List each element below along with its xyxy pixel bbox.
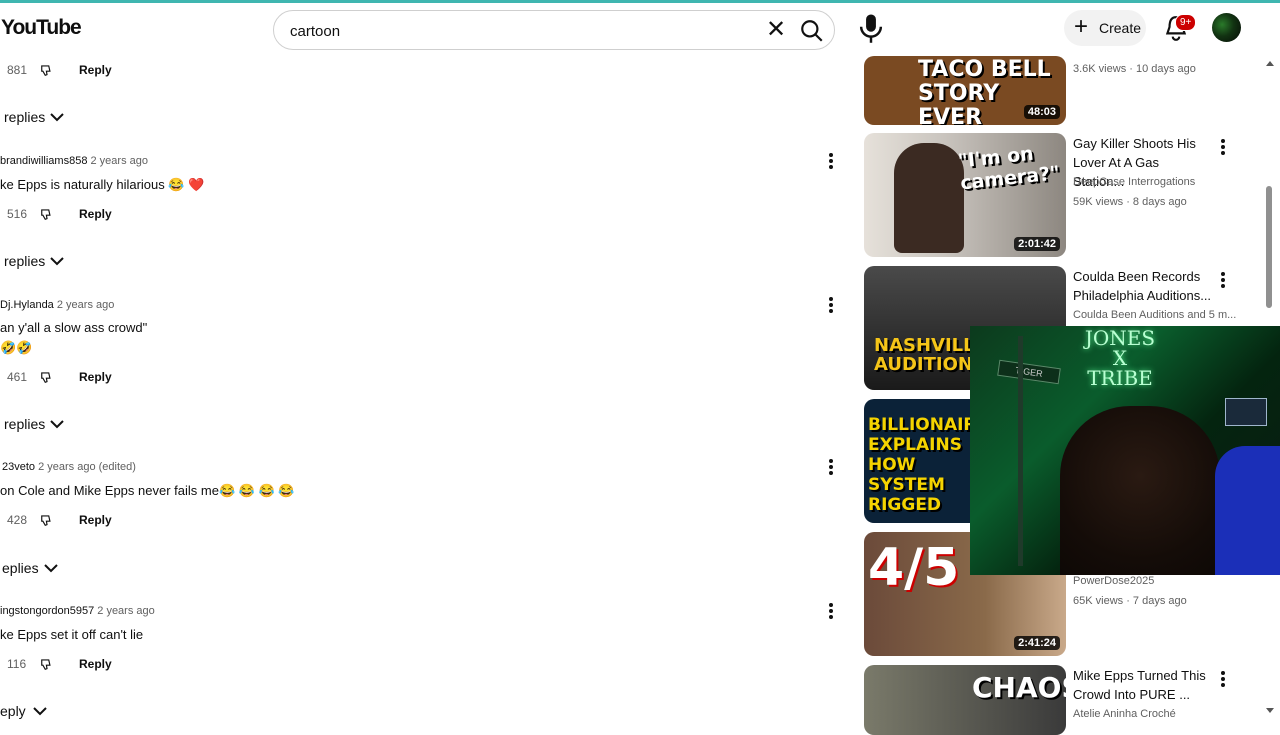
video-channel[interactable]: PowerDose2025 <box>1073 575 1154 587</box>
like-count: 516 <box>7 207 28 221</box>
comment-menu-icon[interactable] <box>828 458 834 476</box>
neon-text-line: JONES <box>1084 326 1156 350</box>
monitor-box <box>1225 398 1267 426</box>
comment-author[interactable]: 23veto <box>2 461 35 473</box>
scroll-down-icon[interactable] <box>1264 706 1276 716</box>
chevron-down-icon[interactable] <box>50 256 64 266</box>
comment-meta: 23veto 2 years ago (edited) <box>2 461 136 473</box>
chevron-down-icon[interactable] <box>44 563 58 573</box>
comment-meta: brandiwilliams858 2 years ago <box>0 155 148 167</box>
video-thumbnail[interactable]: "I'm on camera?" 2:01:42 <box>864 133 1066 257</box>
like-count: 428 <box>7 513 28 527</box>
video-menu-icon[interactable] <box>1220 271 1226 289</box>
video-duration: 48:03 <box>1023 105 1060 119</box>
video-channel[interactable]: DeepCase Interrogations <box>1073 176 1195 188</box>
thumbnail-person <box>894 143 964 253</box>
video-title[interactable]: Coulda Been Records Philadelphia Auditio… <box>1073 267 1213 305</box>
chevron-down-icon[interactable] <box>33 706 47 716</box>
account-avatar[interactable] <box>1212 13 1241 42</box>
video-menu-icon[interactable] <box>1220 138 1226 156</box>
view-replies-toggle[interactable]: replies <box>4 253 45 269</box>
thumbnail-caption: NASHVILLE AUDITIONS <box>874 335 987 375</box>
scrollbar-thumb[interactable] <box>1266 186 1272 308</box>
street-sign: TIGER <box>997 359 1061 385</box>
scroll-up-icon[interactable] <box>1264 58 1276 68</box>
blue-shirt <box>1215 446 1280 575</box>
comment-menu-icon[interactable] <box>828 602 834 620</box>
reply-button[interactable]: Reply <box>79 513 112 527</box>
video-meta: 59K views · 8 days ago <box>1073 196 1187 208</box>
streamer-silhouette <box>1060 406 1220 575</box>
dislike-icon[interactable] <box>40 207 54 221</box>
dislike-icon[interactable] <box>40 657 54 671</box>
view-replies-toggle[interactable]: eplies <box>2 560 39 576</box>
search-box[interactable]: ✕ <box>273 10 835 50</box>
dislike-icon[interactable] <box>40 513 54 527</box>
create-button[interactable]: + Create <box>1064 10 1146 46</box>
comment-time: 2 years ago <box>90 155 148 167</box>
chevron-down-icon[interactable] <box>50 419 64 429</box>
search-icon[interactable] <box>799 18 825 44</box>
webcam-overlay: JONES X TRIBE TIGER <box>970 326 1280 575</box>
video-menu-icon[interactable] <box>1220 670 1226 688</box>
video-title[interactable]: Mike Epps Turned This Crowd Into PURE ..… <box>1073 666 1213 704</box>
comment-time: 2 years ago (edited) <box>38 461 136 473</box>
video-meta: 65K views · 7 days ago <box>1073 595 1187 607</box>
thumbnail-caption: CHAOS <box>972 671 1066 704</box>
thumbnail-caption: "I'm on camera?" <box>956 142 1061 195</box>
plus-icon: + <box>1074 13 1089 40</box>
neon-text-line: X <box>1112 346 1128 370</box>
dislike-icon[interactable] <box>40 370 54 384</box>
neon-sign: JONES X TRIBE <box>1065 328 1175 388</box>
like-count: 881 <box>7 63 28 77</box>
microphone-icon[interactable] <box>856 12 886 44</box>
neon-text-line: TRIBE <box>1087 366 1153 390</box>
window-top-border <box>0 0 1280 3</box>
view-replies-toggle[interactable]: replies <box>4 416 45 432</box>
thumbnail-caption: BILLIONAIRE EXPLAINS HOW SYSTEM RIGGED <box>868 415 989 515</box>
comment-text-line2: 🤣🤣 <box>0 340 33 355</box>
video-thumbnail[interactable]: TACO BELL STORY EVER 48:03 <box>864 56 1066 125</box>
comment-menu-icon[interactable] <box>828 152 834 170</box>
comment-text: on Cole and Mike Epps never fails me😂 😂 … <box>0 483 295 498</box>
video-channel[interactable]: Coulda Been Auditions and 5 m... <box>1073 309 1236 321</box>
comment-time: 2 years ago <box>97 605 155 617</box>
youtube-logo[interactable]: YouTube <box>1 16 82 40</box>
comment-text: an y'all a slow ass crowd" <box>0 320 148 335</box>
view-replies-toggle[interactable]: eply <box>0 703 26 719</box>
video-meta: 3.6K views · 10 days ago <box>1073 63 1196 75</box>
comment-menu-icon[interactable] <box>828 296 834 314</box>
comment-text: ke Epps is naturally hilarious 😂 ❤️ <box>0 177 205 192</box>
video-channel[interactable]: Atelie Aninha Croché <box>1073 708 1176 720</box>
like-count: 461 <box>7 370 28 384</box>
reply-button[interactable]: Reply <box>79 657 112 671</box>
reply-button[interactable]: Reply <box>79 63 112 77</box>
dislike-icon[interactable] <box>40 63 54 77</box>
video-thumbnail[interactable]: CHAOS <box>864 665 1066 735</box>
comment-author[interactable]: ingstongordon5957 <box>0 605 94 617</box>
comment-time: 2 years ago <box>56 299 115 311</box>
create-label: Create <box>1099 20 1142 36</box>
comment-meta: Dj.Hylanda 2 years ago <box>0 299 114 311</box>
video-duration: 2:41:24 <box>1014 636 1060 650</box>
reply-button[interactable]: Reply <box>79 370 112 384</box>
view-replies-toggle[interactable]: replies <box>4 109 45 125</box>
thumbnail-caption: 4/5 <box>868 538 960 598</box>
comment-author[interactable]: Dj.Hylanda <box>0 299 54 311</box>
pole <box>1018 336 1023 566</box>
comment-author[interactable]: brandiwilliams858 <box>0 155 87 167</box>
like-count: 116 <box>7 657 27 671</box>
notifications-badge: 9+ <box>1175 14 1197 31</box>
chevron-down-icon[interactable] <box>50 112 64 122</box>
comment-meta: ingstongordon5957 2 years ago <box>0 605 155 617</box>
search-input[interactable] <box>288 19 742 43</box>
clear-search-icon[interactable]: ✕ <box>765 18 787 42</box>
reply-button[interactable]: Reply <box>79 207 112 221</box>
video-duration: 2:01:42 <box>1014 237 1060 251</box>
comment-text: ke Epps set it off can't lie <box>0 627 144 642</box>
